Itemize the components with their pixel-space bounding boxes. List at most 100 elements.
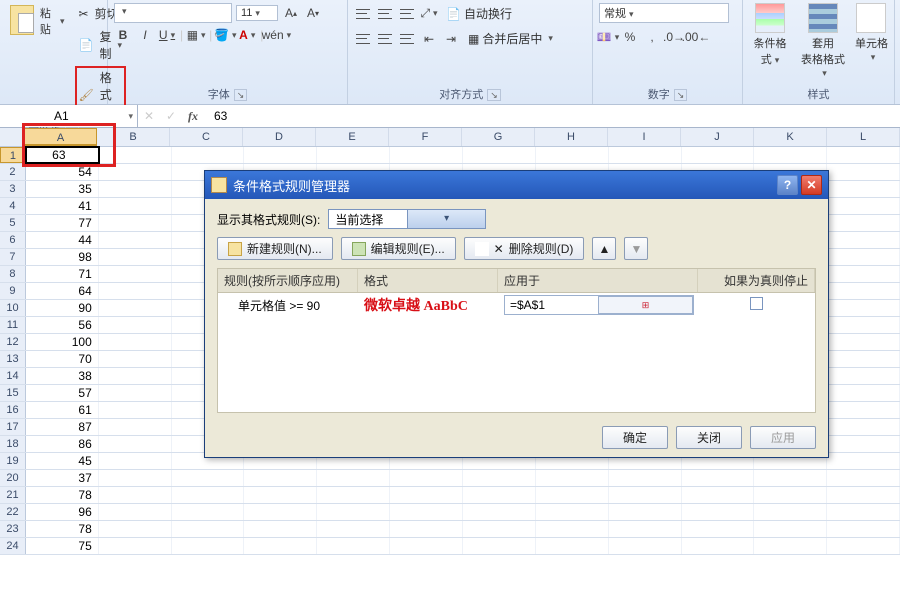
cell[interactable] <box>536 147 609 163</box>
italic-button[interactable]: I <box>136 26 154 44</box>
cell[interactable] <box>827 402 900 418</box>
row-header[interactable]: 9 <box>0 283 26 299</box>
increase-indent-icon[interactable]: ⇥ <box>442 30 460 48</box>
confirm-formula-icon[interactable]: ✓ <box>160 109 182 123</box>
decrease-decimal-icon[interactable]: .00← <box>687 28 705 46</box>
cell[interactable] <box>827 232 900 248</box>
row-header[interactable]: 20 <box>0 470 26 486</box>
cell[interactable]: 44 <box>26 232 99 248</box>
paste-button[interactable]: 粘贴 <box>6 3 69 39</box>
cell[interactable] <box>682 470 755 486</box>
cell[interactable]: 71 <box>26 266 99 282</box>
stop-if-true-checkbox[interactable] <box>750 297 763 310</box>
cell[interactable] <box>827 436 900 452</box>
cell[interactable] <box>754 147 827 163</box>
col-header-E[interactable]: E <box>316 128 389 146</box>
delete-rule-button[interactable]: ✕ 删除规则(D) <box>464 237 585 260</box>
cell[interactable]: 45 <box>26 453 99 469</box>
cell[interactable] <box>609 504 682 520</box>
cell[interactable] <box>536 521 609 537</box>
cell[interactable] <box>99 164 172 180</box>
row-header[interactable]: 3 <box>0 181 26 197</box>
col-header-K[interactable]: K <box>754 128 827 146</box>
name-box[interactable]: ▾ <box>0 105 138 127</box>
cell[interactable] <box>754 504 827 520</box>
range-picker-icon[interactable]: ⊞ <box>598 296 693 314</box>
col-header-D[interactable]: D <box>243 128 316 146</box>
bold-button[interactable]: B <box>114 26 132 44</box>
cell[interactable] <box>754 487 827 503</box>
close-button[interactable]: 关闭 <box>676 426 742 449</box>
decrease-indent-icon[interactable]: ⇤ <box>420 30 438 48</box>
cell[interactable]: 56 <box>26 317 99 333</box>
underline-button[interactable]: U <box>158 26 176 44</box>
font-family-select[interactable] <box>114 3 232 23</box>
cell[interactable] <box>536 470 609 486</box>
cell[interactable] <box>609 487 682 503</box>
formula-input[interactable] <box>204 105 804 127</box>
cell[interactable] <box>682 147 755 163</box>
cell[interactable] <box>827 419 900 435</box>
row-header[interactable]: 4 <box>0 198 26 214</box>
cell[interactable] <box>463 538 536 554</box>
align-center-icon[interactable] <box>376 30 394 48</box>
fx-icon[interactable]: fx <box>182 109 204 124</box>
cell[interactable] <box>317 538 390 554</box>
col-header-A[interactable]: A <box>24 128 97 146</box>
new-rule-button[interactable]: 新建规则(N)... <box>217 237 333 260</box>
cell[interactable] <box>827 334 900 350</box>
cell[interactable] <box>390 521 463 537</box>
name-box-dropdown-icon[interactable]: ▾ <box>128 111 133 122</box>
row-header[interactable]: 21 <box>0 487 26 503</box>
row-header[interactable]: 22 <box>0 504 26 520</box>
percent-format-icon[interactable]: % <box>621 28 639 46</box>
orientation-icon[interactable]: ⤢ <box>420 5 438 23</box>
rule-row[interactable]: 单元格值 >= 90 微软卓越 AaBbC =$A$1 ⊞ <box>218 293 815 317</box>
cell[interactable] <box>317 470 390 486</box>
decrease-font-icon[interactable]: A▾ <box>304 4 322 22</box>
fill-color-button[interactable]: 🪣 <box>216 26 234 44</box>
cancel-formula-icon[interactable]: ✕ <box>138 109 160 123</box>
align-top-icon[interactable] <box>354 5 372 23</box>
cell[interactable] <box>609 147 682 163</box>
cell[interactable] <box>99 385 172 401</box>
cell[interactable] <box>536 504 609 520</box>
cell[interactable]: 61 <box>26 402 99 418</box>
applies-to-input[interactable]: =$A$1 ⊞ <box>504 295 694 315</box>
col-header-G[interactable]: G <box>462 128 535 146</box>
cell[interactable] <box>827 317 900 333</box>
row-header[interactable]: 23 <box>0 521 26 537</box>
cell[interactable] <box>99 266 172 282</box>
dialog-titlebar[interactable]: 条件格式规则管理器 ? ✕ <box>205 171 828 199</box>
cell[interactable]: 98 <box>26 249 99 265</box>
apply-button[interactable]: 应用 <box>750 426 816 449</box>
row-header[interactable]: 11 <box>0 317 26 333</box>
row-header[interactable]: 18 <box>0 436 26 452</box>
cell[interactable] <box>827 300 900 316</box>
cell[interactable] <box>172 470 245 486</box>
font-size-select[interactable]: 11 <box>236 5 278 21</box>
cell[interactable] <box>463 487 536 503</box>
cell[interactable]: 87 <box>26 419 99 435</box>
wrap-text-button[interactable]: 📄自动换行 <box>442 3 516 24</box>
cell[interactable] <box>99 147 172 163</box>
cell[interactable] <box>99 249 172 265</box>
cell[interactable] <box>99 504 172 520</box>
cell[interactable]: 70 <box>26 351 99 367</box>
close-x-button[interactable]: ✕ <box>801 175 822 195</box>
cell[interactable] <box>99 317 172 333</box>
align-bottom-icon[interactable] <box>398 5 416 23</box>
cell[interactable]: 90 <box>26 300 99 316</box>
cell[interactable] <box>99 521 172 537</box>
font-color-button[interactable]: A <box>238 26 256 44</box>
cell[interactable] <box>827 538 900 554</box>
cell[interactable] <box>827 453 900 469</box>
combo-arrow-icon[interactable]: ▾ <box>407 210 486 228</box>
cell[interactable]: 75 <box>26 538 99 554</box>
cell[interactable] <box>827 181 900 197</box>
cell[interactable] <box>682 538 755 554</box>
cell[interactable] <box>99 232 172 248</box>
cell[interactable] <box>827 504 900 520</box>
comma-format-icon[interactable]: , <box>643 28 661 46</box>
move-down-button[interactable]: ▼ <box>624 237 648 260</box>
